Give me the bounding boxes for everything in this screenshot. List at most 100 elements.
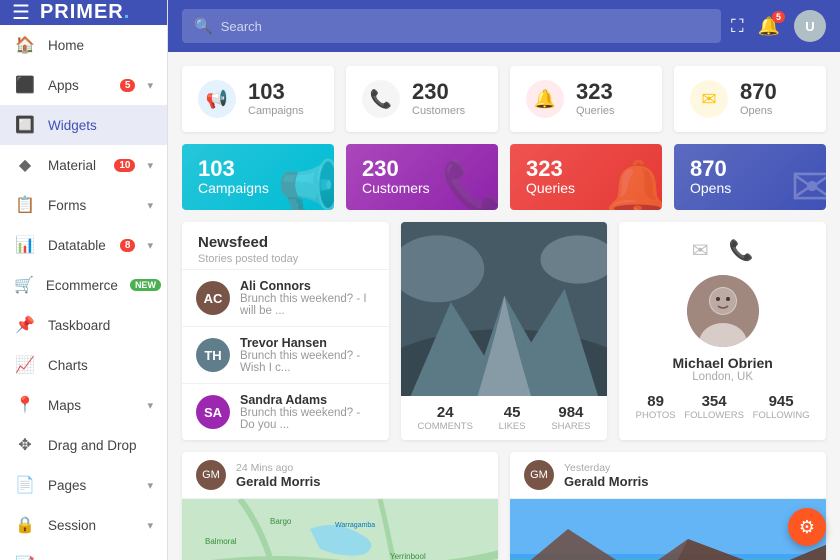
ps-num: 984 [551, 404, 590, 421]
svg-text:Yerrinbool: Yerrinbool [390, 552, 426, 560]
news-list: AC Ali Connors Brunch this weekend? - I … [182, 269, 389, 440]
color-card-campaigns-cc: 103 Campaigns 📢 [182, 144, 334, 210]
app-logo: PRIMER. [40, 1, 130, 24]
sidebar-item-material[interactable]: ◆Material10▾ [0, 145, 167, 185]
color-card-queries-cc: 323 Queries 🔔 [510, 144, 662, 210]
newsfeed-subtitle: Stories posted today [198, 253, 373, 265]
news-item[interactable]: AC Ali Connors Brunch this weekend? - I … [182, 269, 389, 326]
profile-location: London, UK [692, 371, 753, 383]
cc-num-queries-cc: 323 [526, 158, 575, 180]
email-icon[interactable]: ✉ [692, 238, 709, 263]
sidebar-item-apps[interactable]: ⬛Apps5▾ [0, 65, 167, 105]
profile-avatar [687, 275, 759, 347]
sidebar-item-widgets[interactable]: 🔲Widgets [0, 105, 167, 145]
topbar-actions: ⛶ 🔔 5 U [731, 10, 826, 42]
fab-button[interactable]: ⚙ [788, 508, 826, 546]
sidebar-item-taskboard[interactable]: 📌Taskboard [0, 305, 167, 345]
material-icon: ◆ [14, 155, 36, 175]
sidebar-label-pages: Pages [48, 478, 135, 493]
user-avatar[interactable]: U [794, 10, 826, 42]
sidebar-item-forms[interactable]: 📋Forms▾ [0, 185, 167, 225]
arrow-forms: ▾ [147, 199, 153, 212]
news-name: Ali Connors [240, 279, 375, 293]
bottom-section: GM 24 Mins ago Gerald Morris [182, 452, 826, 560]
color-card-opens-cc: 870 Opens ✉ [674, 144, 826, 210]
arrow-material: ▾ [147, 159, 153, 172]
pstat-label: Following [753, 410, 810, 421]
profile-card: ✉ 📞 Michael Obrien L [619, 222, 826, 440]
apps-icon: ⬛ [14, 75, 36, 95]
sidebar-item-ecommerce[interactable]: 🛒EcommerceNEW▾ [0, 265, 167, 305]
landscape-time: Yesterday [564, 462, 649, 474]
pstat-num: 945 [753, 393, 810, 410]
stat-num-queries: 323 [576, 81, 615, 103]
sidebar-item-session[interactable]: 🔒Session▾ [0, 505, 167, 545]
notification-icon[interactable]: 🔔 5 [758, 16, 780, 37]
stat-num-customers: 230 [412, 81, 465, 103]
search-icon: 🔍 [194, 17, 213, 35]
main-area: 🔍 ⛶ 🔔 5 U 📢 103 Campaigns 📞 230 Customer… [168, 0, 840, 560]
stat-label-campaigns: Campaigns [248, 105, 304, 117]
sidebar-label-drag: Drag and Drop [48, 438, 153, 453]
map-card: GM 24 Mins ago Gerald Morris [182, 452, 498, 560]
cc-num-customers-cc: 230 [362, 158, 430, 180]
pages-icon: 📄 [14, 475, 36, 495]
photo-stat-comments: 24 Comments [418, 404, 473, 432]
hamburger-icon[interactable]: ☰ [12, 0, 30, 25]
color-cards-row: 103 Campaigns 📢 230 Customers 📞 323 Quer… [182, 144, 826, 210]
pstat-label: Followers [684, 410, 744, 421]
sidebar-label-maps: Maps [48, 398, 135, 413]
sidebar-label-session: Session [48, 518, 135, 533]
taskboard-icon: 📌 [14, 315, 36, 335]
sidebar-item-pages[interactable]: 📄Pages▾ [0, 465, 167, 505]
stat-icon-customers: 📞 [362, 80, 400, 118]
sidebar-label-apps: Apps [48, 78, 108, 93]
news-name: Trevor Hansen [240, 336, 375, 350]
phone-icon[interactable]: 📞 [729, 238, 754, 263]
newsfeed-header: Newsfeed Stories posted today [182, 222, 389, 269]
cc-icon-opens-cc: ✉ [790, 158, 826, 210]
news-item[interactable]: SA Sandra Adams Brunch this weekend? - D… [182, 383, 389, 440]
map-header: GM 24 Mins ago Gerald Morris [182, 452, 498, 499]
news-item[interactable]: TH Trevor Hansen Brunch this weekend? - … [182, 326, 389, 383]
sidebar-item-datatable[interactable]: 📊Datatable8▾ [0, 225, 167, 265]
content-area: 📢 103 Campaigns 📞 230 Customers 🔔 323 Qu… [168, 52, 840, 560]
landscape-header: GM Yesterday Gerald Morris [510, 452, 826, 499]
sidebar-item-maps[interactable]: 📍Maps▾ [0, 385, 167, 425]
ecommerce-icon: 🛒 [14, 275, 34, 295]
map-time: 24 Mins ago [236, 462, 321, 474]
ps-num: 24 [418, 404, 473, 421]
newsfeed-card: Newsfeed Stories posted today AC Ali Con… [182, 222, 389, 440]
arrow-session: ▾ [147, 519, 153, 532]
sidebar-item-charts[interactable]: 📈Charts [0, 345, 167, 385]
map-name: Gerald Morris [236, 474, 321, 489]
ps-label: Comments [418, 421, 473, 432]
sidebar-label-widgets: Widgets [48, 118, 153, 133]
landscape-card: GM Yesterday Gerald Morris [510, 452, 826, 560]
news-avatar: AC [196, 281, 230, 315]
sidebar: ☰ PRIMER. 🏠Home⬛Apps5▾🔲Widgets◆Material1… [0, 0, 168, 560]
drag-icon: ✥ [14, 435, 36, 455]
landscape-body [510, 499, 826, 560]
sidebar-item-docs[interactable]: 📝Docs [0, 545, 167, 560]
home-icon: 🏠 [14, 35, 36, 55]
stat-num-opens: 870 [740, 81, 777, 103]
stat-card-opens: ✉ 870 Opens [674, 66, 826, 132]
cc-label-queries-cc: Queries [526, 180, 575, 196]
cc-num-opens-cc: 870 [690, 158, 731, 180]
fullscreen-icon[interactable]: ⛶ [731, 16, 744, 37]
news-avatar: SA [196, 395, 230, 429]
photo-stat-shares: 984 Shares [551, 404, 590, 432]
search-input[interactable] [221, 19, 709, 34]
topbar: 🔍 ⛶ 🔔 5 U [168, 0, 840, 52]
news-text: Brunch this weekend? - Do you ... [240, 407, 375, 431]
stat-cards-row: 📢 103 Campaigns 📞 230 Customers 🔔 323 Qu… [182, 66, 826, 132]
ps-num: 45 [499, 404, 526, 421]
profile-stat-following: 945 Following [753, 393, 810, 421]
datatable-icon: 📊 [14, 235, 36, 255]
sidebar-item-drag[interactable]: ✥ Drag and Drop [0, 425, 167, 465]
badge-datatable: 8 [120, 239, 136, 252]
profile-name: Michael Obrien [672, 355, 772, 371]
search-bar[interactable]: 🔍 [182, 9, 721, 43]
sidebar-item-home[interactable]: 🏠Home [0, 25, 167, 65]
